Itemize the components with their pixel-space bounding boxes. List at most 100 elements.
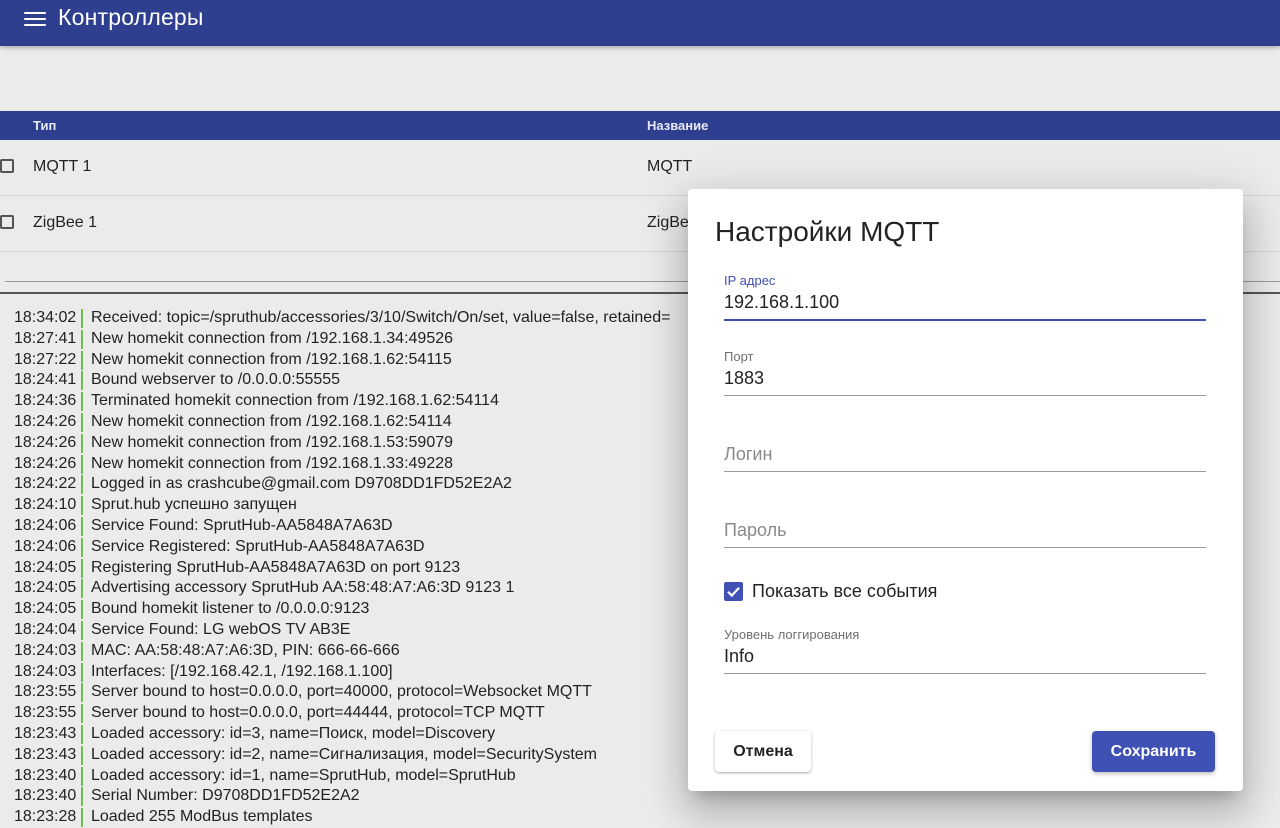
save-button[interactable]: Сохранить [1092,731,1215,772]
log-time: 18:23:43 [14,745,77,763]
log-message: Terminated homekit connection from /192.… [91,392,499,410]
cancel-button[interactable]: Отмена [715,731,811,772]
log-time: 18:23:40 [14,766,77,784]
log-time: 18:24:26 [14,433,77,451]
cell-type: MQTT 1 [33,158,92,175]
log-time: 18:24:26 [14,454,77,472]
mqtt-settings-dialog: Настройки MQTT IP адрес Порт Показать вс… [688,189,1243,791]
log-marker [81,724,83,744]
log-time: 18:23:55 [14,704,77,722]
log-time: 18:24:05 [14,600,77,618]
log-time: 18:24:06 [14,516,77,534]
log-time: 18:27:22 [14,350,77,368]
log-marker [81,558,83,578]
log-message: Interfaces: [/192.168.42.1, /192.168.1.1… [91,662,393,680]
log-marker [81,600,83,620]
log-time: 18:23:55 [14,683,77,701]
log-message: New homekit connection from /192.168.1.5… [91,433,454,451]
password-input[interactable] [724,516,1206,544]
log-marker [81,704,83,724]
row-checkbox[interactable] [0,159,14,173]
log-message: Advertising accessory SprutHub AA:58:48:… [91,579,515,597]
log-marker [81,766,83,786]
log-time: 18:24:03 [14,641,77,659]
log-marker [81,537,83,557]
log-marker [81,433,83,453]
log-message: Logged in as crashcube@gmail.com D9708DD… [91,475,512,493]
log-message: Service Found: LG webOS TV AB3E [91,620,351,638]
field-underline [724,395,1206,396]
log-message: Sprut.hub успешно запущен [91,496,297,514]
ip-address-input[interactable] [724,288,1206,316]
field-underline [724,471,1206,472]
log-message: Loaded accessory: id=2, name=Сигнализаци… [91,745,597,763]
log-marker [81,392,83,412]
show-all-events-checkbox[interactable] [724,582,743,601]
log-message: Bound homekit listener to /0.0.0.0:9123 [91,600,370,618]
log-marker [81,620,83,640]
column-header-name[interactable]: Название [647,118,708,133]
menu-icon[interactable] [24,10,46,28]
row-checkbox[interactable] [0,215,14,229]
log-marker [81,579,83,599]
column-header-type[interactable]: Тип [33,118,56,133]
cell-type: ZigBee 1 [33,214,98,231]
field-underline [724,547,1206,548]
log-message: Registering SprutHub-AA5848A7A63D on por… [91,558,461,576]
log-time: 18:24:26 [14,412,77,430]
app-bar: Контроллеры [0,0,1280,46]
log-message: Service Found: SprutHub-AA5848A7A63D [91,516,393,534]
log-message: New homekit connection from /192.168.1.3… [91,454,454,472]
log-message: Bound webserver to /0.0.0.0:55555 [91,371,341,389]
log-time: 18:24:36 [14,392,77,410]
log-level-label: Уровень логгирования [724,627,860,642]
log-message: Loaded accessory: id=3, name=Поиск, mode… [91,724,496,742]
log-time: 18:24:41 [14,371,77,389]
log-time: 18:24:05 [14,558,77,576]
log-marker [81,662,83,682]
log-message: Server bound to host=0.0.0.0, port=44444… [91,704,545,722]
log-message: Loaded 255 ModBus templates [91,808,313,826]
log-time: 18:24:05 [14,579,77,597]
table-row[interactable]: MQTT 1 MQTT [0,140,1280,196]
log-message: Serial Number: D9708DD1FD52E2A2 [91,787,360,805]
field-underline [724,319,1206,321]
log-marker [81,683,83,703]
log-message: New homekit connection from /192.168.1.6… [91,350,452,368]
log-marker [81,475,83,495]
log-message: Service Registered: SprutHub-AA5848A7A63… [91,537,425,555]
log-message: New homekit connection from /192.168.1.6… [91,412,452,430]
log-time: 18:23:40 [14,787,77,805]
log-time: 18:24:10 [14,496,77,514]
log-time: 18:24:04 [14,620,77,638]
dialog-title: Настройки MQTT [715,216,940,247]
log-time: 18:34:02 [14,309,77,326]
port-label: Порт [724,349,754,364]
log-marker [81,329,83,349]
log-marker [81,309,83,328]
login-input[interactable] [724,440,1206,468]
table-header: Тип Название [0,111,1280,140]
log-marker [81,745,83,765]
log-marker [81,641,83,661]
log-message: New homekit connection from /192.168.1.3… [91,329,454,347]
port-input[interactable] [724,364,1206,392]
log-message: MAC: AA:58:48:A7:A6:3D, PIN: 666-66-666 [91,641,400,659]
log-marker [81,496,83,516]
checkmark-icon [727,587,740,598]
log-marker [81,808,83,828]
log-time: 18:23:43 [14,724,77,742]
log-message: Server bound to host=0.0.0.0, port=40000… [91,683,592,701]
log-marker [81,516,83,536]
log-marker [81,350,83,370]
log-time: 18:27:41 [14,329,77,347]
log-time: 18:23:28 [14,808,77,826]
page-title: Контроллеры [58,4,204,30]
log-level-value[interactable]: Info [724,642,1206,670]
show-all-events-label: Показать все события [752,581,938,601]
log-message: Loaded accessory: id=1, name=SprutHub, m… [91,766,516,784]
log-entry: 18:23:28 Loaded 255 ModBus templates [0,807,1280,828]
cell-name: MQTT [647,158,693,175]
ip-address-label: IP адрес [724,273,776,288]
log-time: 18:24:06 [14,537,77,555]
